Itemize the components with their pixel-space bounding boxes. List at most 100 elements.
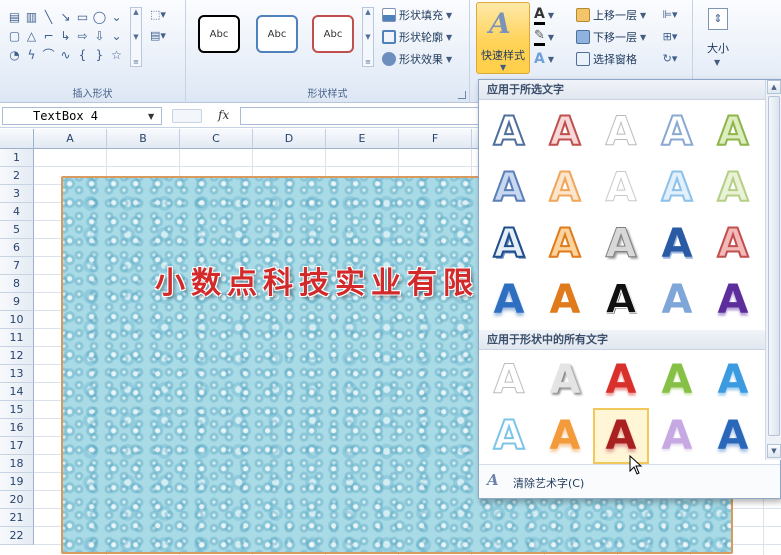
- column-header[interactable]: D: [253, 129, 326, 149]
- quick-styles-button[interactable]: A 快速样式 ▼: [476, 2, 530, 74]
- scribble-shape-icon[interactable]: ∿: [57, 45, 74, 64]
- oval-shape-icon[interactable]: ◯: [91, 7, 108, 26]
- scroll-up-icon[interactable]: ▲: [133, 8, 138, 16]
- wordart-style-shape-skyblue[interactable]: A: [705, 352, 761, 408]
- wordart-style-shape-lavender[interactable]: A: [649, 408, 705, 464]
- wordart-style-bevel-red[interactable]: A: [705, 216, 761, 272]
- elbow-arrow-shape-icon[interactable]: ↳: [57, 26, 74, 45]
- style-thumb-blue[interactable]: Abc: [256, 15, 298, 53]
- row-header[interactable]: 18: [0, 455, 34, 473]
- formula-bar-resize[interactable]: [172, 109, 202, 123]
- wordart-style-shape-deepblue[interactable]: A: [705, 408, 761, 464]
- column-header[interactable]: E: [326, 129, 399, 149]
- style-gallery-scroll[interactable]: ▲ ▼ ≡: [362, 7, 374, 67]
- dialog-launcher-icon[interactable]: [458, 91, 466, 99]
- shapes-scroll[interactable]: ▲ ▼ ≡: [130, 7, 142, 67]
- right-brace-shape-icon[interactable]: }: [91, 45, 108, 64]
- more-shape-icon[interactable]: ⌄: [108, 26, 125, 45]
- row-header[interactable]: 11: [0, 329, 34, 347]
- wordart-style-bevel-gray[interactable]: A: [593, 216, 649, 272]
- wordart-style-shape-red[interactable]: A: [593, 352, 649, 408]
- wordart-style-soft-orange[interactable]: A: [537, 160, 593, 216]
- chevron-down-icon[interactable]: ▼: [148, 112, 154, 121]
- scroll-thumb[interactable]: [768, 96, 780, 436]
- row-header[interactable]: 3: [0, 185, 34, 203]
- star-shape-icon[interactable]: ☆: [108, 45, 125, 64]
- edit-shape-icon[interactable]: ⬚▾: [148, 6, 168, 23]
- wordart-style-fill-black[interactable]: A: [593, 272, 649, 328]
- text-outline-button[interactable]: ✎ ▼: [534, 28, 554, 46]
- row-header[interactable]: 1: [0, 149, 34, 167]
- scroll-up-icon[interactable]: ▲: [365, 8, 370, 16]
- row-header[interactable]: 22: [0, 527, 34, 545]
- wordart-style-soft-blue[interactable]: A: [481, 160, 537, 216]
- rotate-icon[interactable]: ↻▾: [660, 50, 680, 67]
- row-header[interactable]: 9: [0, 293, 34, 311]
- line-shape-icon[interactable]: ╲: [40, 7, 57, 26]
- left-brace-shape-icon[interactable]: {: [74, 45, 91, 64]
- size-button[interactable]: ⇕ 大小 ▼: [704, 6, 732, 70]
- triangle-shape-icon[interactable]: △: [23, 26, 40, 45]
- wordart-style-fill-lightblue[interactable]: A: [649, 272, 705, 328]
- arrow-line-shape-icon[interactable]: ↘: [57, 7, 74, 26]
- scroll-down-icon[interactable]: ▼: [767, 444, 781, 458]
- text-fill-button[interactable]: A ▼: [534, 6, 554, 25]
- right-arrow-shape-icon[interactable]: ⇨: [74, 26, 91, 45]
- text-effects-button[interactable]: A ▼: [534, 50, 554, 68]
- textbox-insert-icon[interactable]: ▤▾: [148, 27, 168, 44]
- align-icon[interactable]: ⊫▾: [660, 6, 680, 23]
- wordart-style-bevel-orange[interactable]: A: [537, 216, 593, 272]
- group-icon[interactable]: ⊞▾: [660, 28, 680, 45]
- row-header[interactable]: 8: [0, 275, 34, 293]
- row-header[interactable]: 20: [0, 491, 34, 509]
- row-header[interactable]: 2: [0, 167, 34, 185]
- row-header[interactable]: 16: [0, 419, 34, 437]
- wordart-style-bevel-navy[interactable]: A: [649, 216, 705, 272]
- row-header[interactable]: 5: [0, 221, 34, 239]
- shape-effects-button[interactable]: 形状效果 ▼: [382, 50, 452, 68]
- wordart-style-fill-blue[interactable]: A: [481, 272, 537, 328]
- freeform-shape-icon[interactable]: ◔: [6, 45, 23, 64]
- shapes-gallery[interactable]: ▤ ▥ ╲ ↘ ▭ ◯ ⌄ ▢ △ ⌐ ↳ ⇨ ⇩ ⌄ ◔ ϟ ⌒ ∿ { } …: [6, 7, 128, 67]
- style-thumb-black[interactable]: Abc: [198, 15, 240, 53]
- wordart-style-outline-lightblue[interactable]: A: [649, 104, 705, 160]
- wordart-style-soft-gray[interactable]: A: [593, 160, 649, 216]
- curve-shape-icon[interactable]: ⌒: [40, 45, 57, 64]
- row-header[interactable]: 19: [0, 473, 34, 491]
- scroll-down-icon[interactable]: ▼: [133, 33, 138, 41]
- row-header[interactable]: 17: [0, 437, 34, 455]
- wordart-style-soft-green[interactable]: A: [705, 160, 761, 216]
- select-all-corner[interactable]: [0, 129, 34, 149]
- wordart-style-outline-gray[interactable]: A: [593, 104, 649, 160]
- row-header[interactable]: 14: [0, 383, 34, 401]
- scroll-more-icon[interactable]: ≡: [365, 58, 371, 66]
- row-header[interactable]: 15: [0, 401, 34, 419]
- send-backward-button[interactable]: 下移一层 ▼: [576, 28, 646, 46]
- fx-icon[interactable]: fx: [218, 108, 229, 122]
- row-header[interactable]: 12: [0, 347, 34, 365]
- bring-forward-button[interactable]: 上移一层 ▼: [576, 6, 646, 24]
- row-header[interactable]: 21: [0, 509, 34, 527]
- scroll-up-icon[interactable]: ▲: [767, 80, 781, 94]
- wordart-style-shape-orange[interactable]: A: [537, 408, 593, 464]
- wordart-style-shape-green[interactable]: A: [649, 352, 705, 408]
- formula-input[interactable]: [240, 107, 480, 125]
- wordart-style-outline-green[interactable]: A: [705, 104, 761, 160]
- shape-outline-button[interactable]: 形状轮廓 ▼: [382, 28, 452, 46]
- vertical-textbox-shape-icon[interactable]: ▥: [23, 7, 40, 26]
- scroll-down-icon[interactable]: ▼: [365, 33, 370, 41]
- wordart-style-shape-outline-cyan[interactable]: A: [481, 408, 537, 464]
- shape-fill-button[interactable]: 形状填充 ▼: [382, 6, 452, 24]
- column-header[interactable]: B: [107, 129, 180, 149]
- textbox-shape-icon[interactable]: ▤: [6, 7, 23, 26]
- rectangle-shape-icon[interactable]: ▭: [74, 7, 91, 26]
- rounded-rect-shape-icon[interactable]: ▢: [6, 26, 23, 45]
- row-header[interactable]: 4: [0, 203, 34, 221]
- wordart-style-shape-silver[interactable]: A: [537, 352, 593, 408]
- wordart-style-fill-purple[interactable]: A: [705, 272, 761, 328]
- row-header[interactable]: 6: [0, 239, 34, 257]
- style-thumb-red[interactable]: Abc: [312, 15, 354, 53]
- lightning-shape-icon[interactable]: ϟ: [23, 45, 40, 64]
- column-header[interactable]: C: [180, 129, 253, 149]
- row-header[interactable]: 13: [0, 365, 34, 383]
